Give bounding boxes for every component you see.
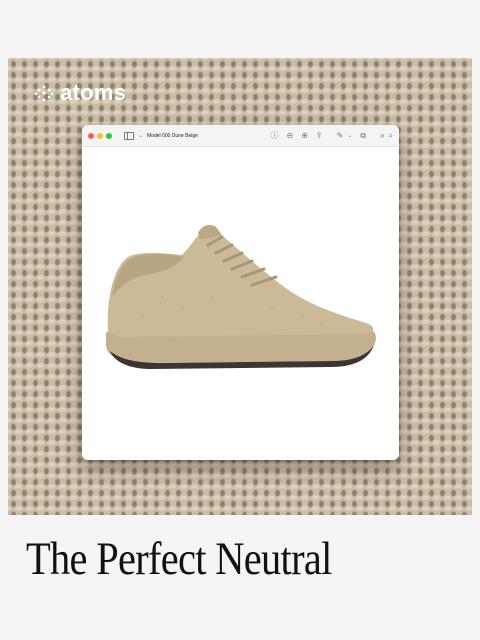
window-titlebar: ⌄ Model 000 Dune Beige ⓘ ⊖ ⊕ ⇪ ✎ ⌄ ⧉ » ⌕ (82, 125, 399, 147)
chevron-down-icon[interactable]: ⌄ (138, 133, 143, 139)
markup-chevron-icon[interactable]: ⌄ (347, 133, 352, 139)
zoom-out-icon[interactable]: ⊖ (287, 131, 294, 140)
close-button[interactable] (88, 132, 94, 139)
hero-banner: atoms ⌄ Model 000 Dune Beige ⓘ ⊖ ⊕ ⇪ ✎ ⌄… (8, 58, 472, 515)
minimize-button[interactable] (97, 132, 103, 139)
shoe-image (106, 225, 376, 369)
preview-window: ⌄ Model 000 Dune Beige ⓘ ⊖ ⊕ ⇪ ✎ ⌄ ⧉ » ⌕ (82, 125, 399, 460)
rotate-icon[interactable]: ⧉ (360, 131, 366, 140)
sidebar-icon[interactable] (124, 131, 134, 140)
brand-name: atoms (60, 80, 127, 105)
document-canvas (82, 147, 399, 460)
document-title: Model 000 Dune Beige (147, 132, 198, 139)
zoom-button[interactable] (106, 132, 112, 139)
zoom-in-icon[interactable]: ⊕ (301, 131, 308, 140)
top-margin (0, 0, 480, 58)
sparkle-dots-icon (34, 85, 54, 102)
info-icon[interactable]: ⓘ (271, 131, 279, 140)
headline: The Perfect Neutral (26, 533, 332, 585)
more-icon[interactable]: » (380, 131, 384, 140)
share-icon[interactable]: ⇪ (316, 131, 323, 140)
pen-icon[interactable]: ✎ (337, 131, 344, 140)
search-icon[interactable]: ⌕ (389, 131, 393, 140)
brand-logo[interactable]: atoms (34, 80, 126, 106)
